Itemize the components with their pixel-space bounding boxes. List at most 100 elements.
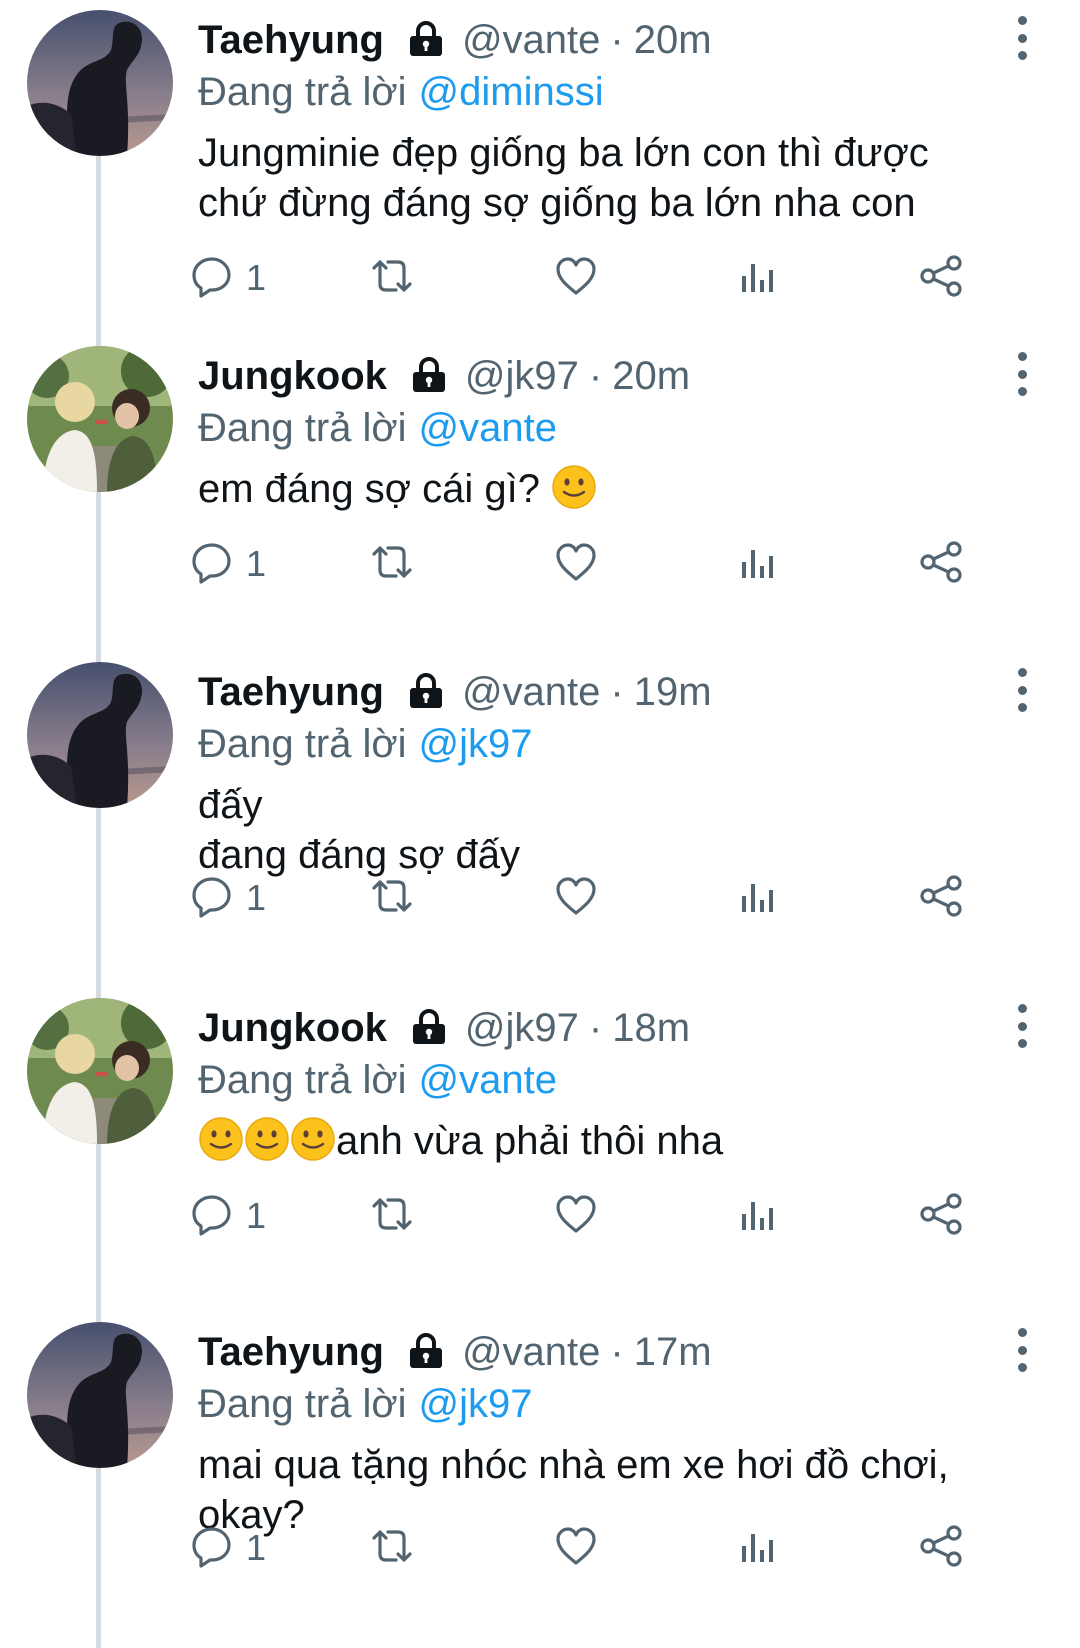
avatar[interactable] [27,346,173,492]
reply-button[interactable]: 1 [190,248,266,308]
share-button[interactable] [918,1186,964,1246]
reply-button[interactable]: 1 [190,1186,266,1246]
separator-dot: · [610,669,624,714]
lock-icon [406,1330,446,1375]
share-button[interactable] [918,248,964,308]
tweet[interactable]: Jungkook @jk97 · 18m Đang trả lời @vante… [0,988,1080,1288]
share-icon [918,1192,964,1241]
tweet[interactable]: Taehyung @vante · 17m Đang trả lời @jk97… [0,1312,1080,1648]
views-button[interactable] [738,248,778,308]
tweet-text-line: em đáng sợ cái gì? [198,464,1038,522]
timestamp[interactable]: 20m [612,354,690,399]
share-icon [918,1524,964,1573]
display-name[interactable]: Jungkook [198,1006,387,1051]
timestamp[interactable]: 18m [612,1006,690,1051]
replying-to-label: Đang trả lời [198,69,407,114]
username-handle[interactable]: @vante [462,1330,600,1375]
lock-icon [406,670,446,715]
share-icon [918,254,964,303]
avatar[interactable] [27,10,173,156]
avatar[interactable] [27,662,173,808]
replying-to: Đang trả lời @vante [198,402,557,454]
retweet-button[interactable] [368,868,416,928]
separator-dot: · [610,1329,624,1374]
replying-to-label: Đang trả lời [198,1381,407,1426]
tweet-text: anh vừa phải thôi nha [198,1116,1038,1174]
reply-count: 1 [246,543,267,584]
timestamp[interactable]: 19m [634,670,712,715]
retweet-icon [368,254,416,303]
views-button[interactable] [738,1518,778,1578]
mention-link[interactable]: @vante [419,1058,557,1103]
reply-icon [190,540,234,589]
replying-to-label: Đang trả lời [198,1057,407,1102]
reply-button[interactable]: 1 [190,1518,266,1578]
views-button[interactable] [738,868,778,928]
like-button[interactable] [554,248,598,308]
reply-count: 1 [246,877,267,918]
avatar[interactable] [27,1322,173,1468]
retweet-icon [368,1192,416,1241]
heart-icon [554,1524,598,1573]
share-button[interactable] [918,534,964,594]
timestamp[interactable]: 20m [634,18,712,63]
separator-dot: · [588,1005,603,1050]
like-button[interactable] [554,1518,598,1578]
tweet-actions: 1 [0,248,1080,308]
display-name[interactable]: Taehyung [198,18,384,63]
retweet-button[interactable] [368,534,416,594]
reply-icon [190,1524,234,1573]
reply-count: 1 [246,1527,267,1568]
like-button[interactable] [554,868,598,928]
tweet[interactable]: Jungkook @jk97 · 20m Đang trả lời @vante… [0,336,1080,616]
lock-icon [409,1006,449,1051]
mention-link[interactable]: @diminssi [419,70,604,115]
username-handle[interactable]: @vante [462,670,600,715]
slightly-smiling-emoji-icon [198,1116,244,1174]
replying-to: Đang trả lời @jk97 [198,1378,533,1430]
username-handle[interactable]: @jk97 [465,1006,579,1051]
retweet-icon [368,540,416,589]
mention-link[interactable]: @jk97 [419,1382,533,1427]
replying-to-label: Đang trả lời [198,405,407,450]
like-button[interactable] [554,534,598,594]
reply-button[interactable]: 1 [190,868,266,928]
share-button[interactable] [918,1518,964,1578]
views-button[interactable] [738,534,778,594]
username-handle[interactable]: @vante [462,18,600,63]
like-button[interactable] [554,1186,598,1246]
views-button[interactable] [738,1186,778,1246]
reply-button[interactable]: 1 [190,534,266,594]
reply-icon [190,1192,234,1241]
slightly-smiling-emoji-icon [290,1116,336,1174]
tweet-text-line: chứ đừng đáng sợ giống ba lớn nha con [198,181,916,225]
share-button[interactable] [918,868,964,928]
display-name[interactable]: Jungkook [198,354,387,399]
more-vertical-icon[interactable] [1010,1328,1034,1372]
tweet-actions: 1 [0,1186,1080,1246]
mention-link[interactable]: @jk97 [419,722,533,767]
tweet-text-line: đấy [198,783,263,827]
heart-icon [554,254,598,303]
display-name[interactable]: Taehyung [198,1330,384,1375]
retweet-button[interactable] [368,1518,416,1578]
lock-icon [406,18,446,63]
heart-icon [554,1192,598,1241]
tweet[interactable]: Taehyung @vante · 19m Đang trả lời @jk97… [0,652,1080,972]
tweet[interactable]: Taehyung @vante · 20m Đang trả lời @dimi… [0,0,1080,320]
lock-icon [409,354,449,399]
username-handle[interactable]: @jk97 [465,354,579,399]
more-vertical-icon[interactable] [1010,1004,1034,1048]
timestamp[interactable]: 17m [634,1330,712,1375]
display-name[interactable]: Taehyung [198,670,384,715]
mention-link[interactable]: @vante [419,406,557,451]
retweet-button[interactable] [368,248,416,308]
more-vertical-icon[interactable] [1010,16,1034,60]
replying-to-label: Đang trả lời [198,721,407,766]
more-vertical-icon[interactable] [1010,668,1034,712]
avatar[interactable] [27,998,173,1144]
more-vertical-icon[interactable] [1010,352,1034,396]
replying-to: Đang trả lời @jk97 [198,718,533,770]
retweet-button[interactable] [368,1186,416,1246]
tweet-actions: 1 [0,534,1080,594]
